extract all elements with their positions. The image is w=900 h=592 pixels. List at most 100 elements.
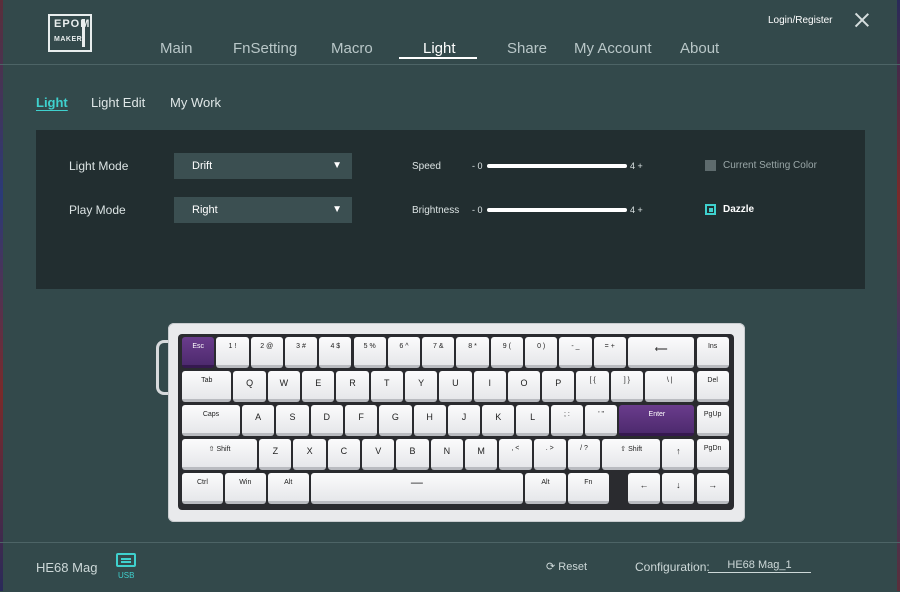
speed-slider[interactable] — [487, 164, 627, 168]
key-symbol[interactable]: , < — [499, 439, 532, 470]
key-o[interactable]: O — [507, 371, 541, 402]
key-i[interactable]: I — [473, 371, 506, 402]
key-pgdn[interactable]: PgDn — [696, 439, 729, 470]
key-v[interactable]: V — [362, 439, 395, 470]
subtab-light[interactable]: Light — [36, 95, 68, 110]
nav-macro[interactable]: Macro — [331, 40, 373, 57]
brightness-decrease[interactable]: - 0 — [472, 205, 483, 215]
key-t[interactable]: T — [370, 371, 403, 402]
key-9[interactable]: 9 ( — [490, 337, 523, 368]
key-5[interactable]: 5 % — [353, 337, 386, 368]
brightness-increase[interactable]: 4 + — [630, 205, 643, 215]
key-shift[interactable]: ⇧ Shift — [602, 439, 661, 470]
configuration-value[interactable]: HE68 Mag_1 — [708, 559, 811, 573]
key-q[interactable]: Q — [233, 371, 266, 402]
nav-about[interactable]: About — [680, 40, 719, 57]
key-symbol[interactable]: \ | — [645, 371, 695, 402]
key-b[interactable]: B — [396, 439, 429, 470]
key-label: S — [289, 412, 296, 422]
key-symbol[interactable]: ⟵ — [627, 337, 695, 368]
key-3[interactable]: 3 # — [284, 337, 318, 368]
key-l[interactable]: L — [516, 405, 549, 436]
speed-decrease[interactable]: - 0 — [472, 161, 483, 171]
key-tab[interactable]: Tab — [182, 371, 232, 402]
key-8[interactable]: 8 * — [456, 337, 489, 368]
key-j[interactable]: J — [447, 405, 481, 436]
key-fn[interactable]: Fn — [567, 473, 609, 504]
key-h[interactable]: H — [413, 405, 446, 436]
reset-button[interactable]: ⟳ Reset — [546, 560, 587, 573]
subtab-my-work[interactable]: My Work — [170, 95, 221, 110]
login-register-link[interactable]: Login/Register — [768, 15, 832, 26]
key-s[interactable]: S — [276, 405, 309, 436]
key-c[interactable]: C — [327, 439, 361, 470]
key-p[interactable]: P — [542, 371, 575, 402]
nav-fnsetting[interactable]: FnSetting — [233, 40, 297, 57]
key-x[interactable]: X — [293, 439, 326, 470]
subtab-light-edit[interactable]: Light Edit — [91, 95, 145, 110]
key-6[interactable]: 6 ^ — [387, 337, 421, 368]
key-2[interactable]: 2 @ — [250, 337, 283, 368]
key-alt[interactable]: Alt — [525, 473, 566, 504]
key-symbol[interactable]: ; : — [550, 405, 584, 436]
key-symbol[interactable]: / ? — [567, 439, 601, 470]
key-shift[interactable]: ⇧ Shift — [182, 439, 258, 470]
key-z[interactable]: Z — [259, 439, 292, 470]
key-symbol[interactable]: . > — [533, 439, 566, 470]
key-m[interactable]: M — [464, 439, 498, 470]
key-symbol[interactable]: [ { — [576, 371, 609, 402]
key-e[interactable]: E — [302, 371, 335, 402]
key-symbol[interactable]: ← — [627, 473, 661, 504]
key-symbol[interactable]: → — [696, 473, 729, 504]
key-d[interactable]: D — [310, 405, 343, 436]
key-del[interactable]: Del — [696, 371, 729, 402]
key-label: PgDn — [703, 445, 722, 452]
nav-main[interactable]: Main — [160, 40, 193, 57]
key-7[interactable]: 7 & — [422, 337, 455, 368]
key-r[interactable]: R — [336, 371, 369, 402]
key-g[interactable]: G — [379, 405, 412, 436]
key-symbol[interactable]: ' " — [585, 405, 618, 436]
speed-increase[interactable]: 4 + — [630, 161, 643, 171]
key-a[interactable]: A — [242, 405, 275, 436]
nav-my-account[interactable]: My Account — [574, 40, 652, 57]
key-4[interactable]: 4 $ — [319, 337, 352, 368]
light-mode-select[interactable]: Drift ▼ — [174, 153, 352, 179]
key-caps[interactable]: Caps — [182, 405, 241, 436]
key-symbol[interactable]: - _ — [559, 337, 592, 368]
key-ins[interactable]: Ins — [696, 337, 729, 368]
key-win[interactable]: Win — [224, 473, 266, 504]
play-mode-select[interactable]: Right ▼ — [174, 197, 352, 223]
key-w[interactable]: W — [267, 371, 301, 402]
key-enter[interactable]: Enter — [619, 405, 695, 436]
key-k[interactable]: K — [482, 405, 515, 436]
key-pgup[interactable]: PgUp — [696, 405, 729, 436]
close-icon[interactable] — [854, 12, 870, 28]
key-y[interactable]: Y — [404, 371, 438, 402]
key-alt[interactable]: Alt — [267, 473, 309, 504]
key-label: G — [391, 412, 399, 422]
key-symbol[interactable]: = + — [593, 337, 626, 368]
key-esc[interactable]: Esc — [182, 337, 215, 368]
key-label: 2 @ — [260, 343, 274, 350]
key-1[interactable]: 1 ! — [216, 337, 249, 368]
key-label: ; : — [563, 411, 570, 418]
current-setting-color-checkbox[interactable] — [705, 160, 716, 171]
key-symbol[interactable]: ↓ — [662, 473, 695, 504]
key-symbol[interactable]: — — [310, 473, 523, 504]
key-label: [ { — [589, 377, 596, 384]
key-f[interactable]: F — [344, 405, 378, 436]
key-symbol[interactable]: ] } — [610, 371, 644, 402]
key-u[interactable]: U — [439, 371, 472, 402]
key-0[interactable]: 0 ) — [525, 337, 558, 368]
brightness-slider[interactable] — [487, 208, 627, 212]
key-n[interactable]: N — [430, 439, 463, 470]
key-symbol[interactable]: ↑ — [662, 439, 695, 470]
connection-label: USB — [118, 571, 135, 580]
key-label: U — [452, 378, 459, 388]
nav-share[interactable]: Share — [507, 40, 547, 57]
key-label: N — [443, 446, 451, 456]
nav-light[interactable]: Light — [423, 40, 456, 57]
key-ctrl[interactable]: Ctrl — [182, 473, 223, 504]
dazzle-checkbox[interactable] — [705, 204, 716, 215]
